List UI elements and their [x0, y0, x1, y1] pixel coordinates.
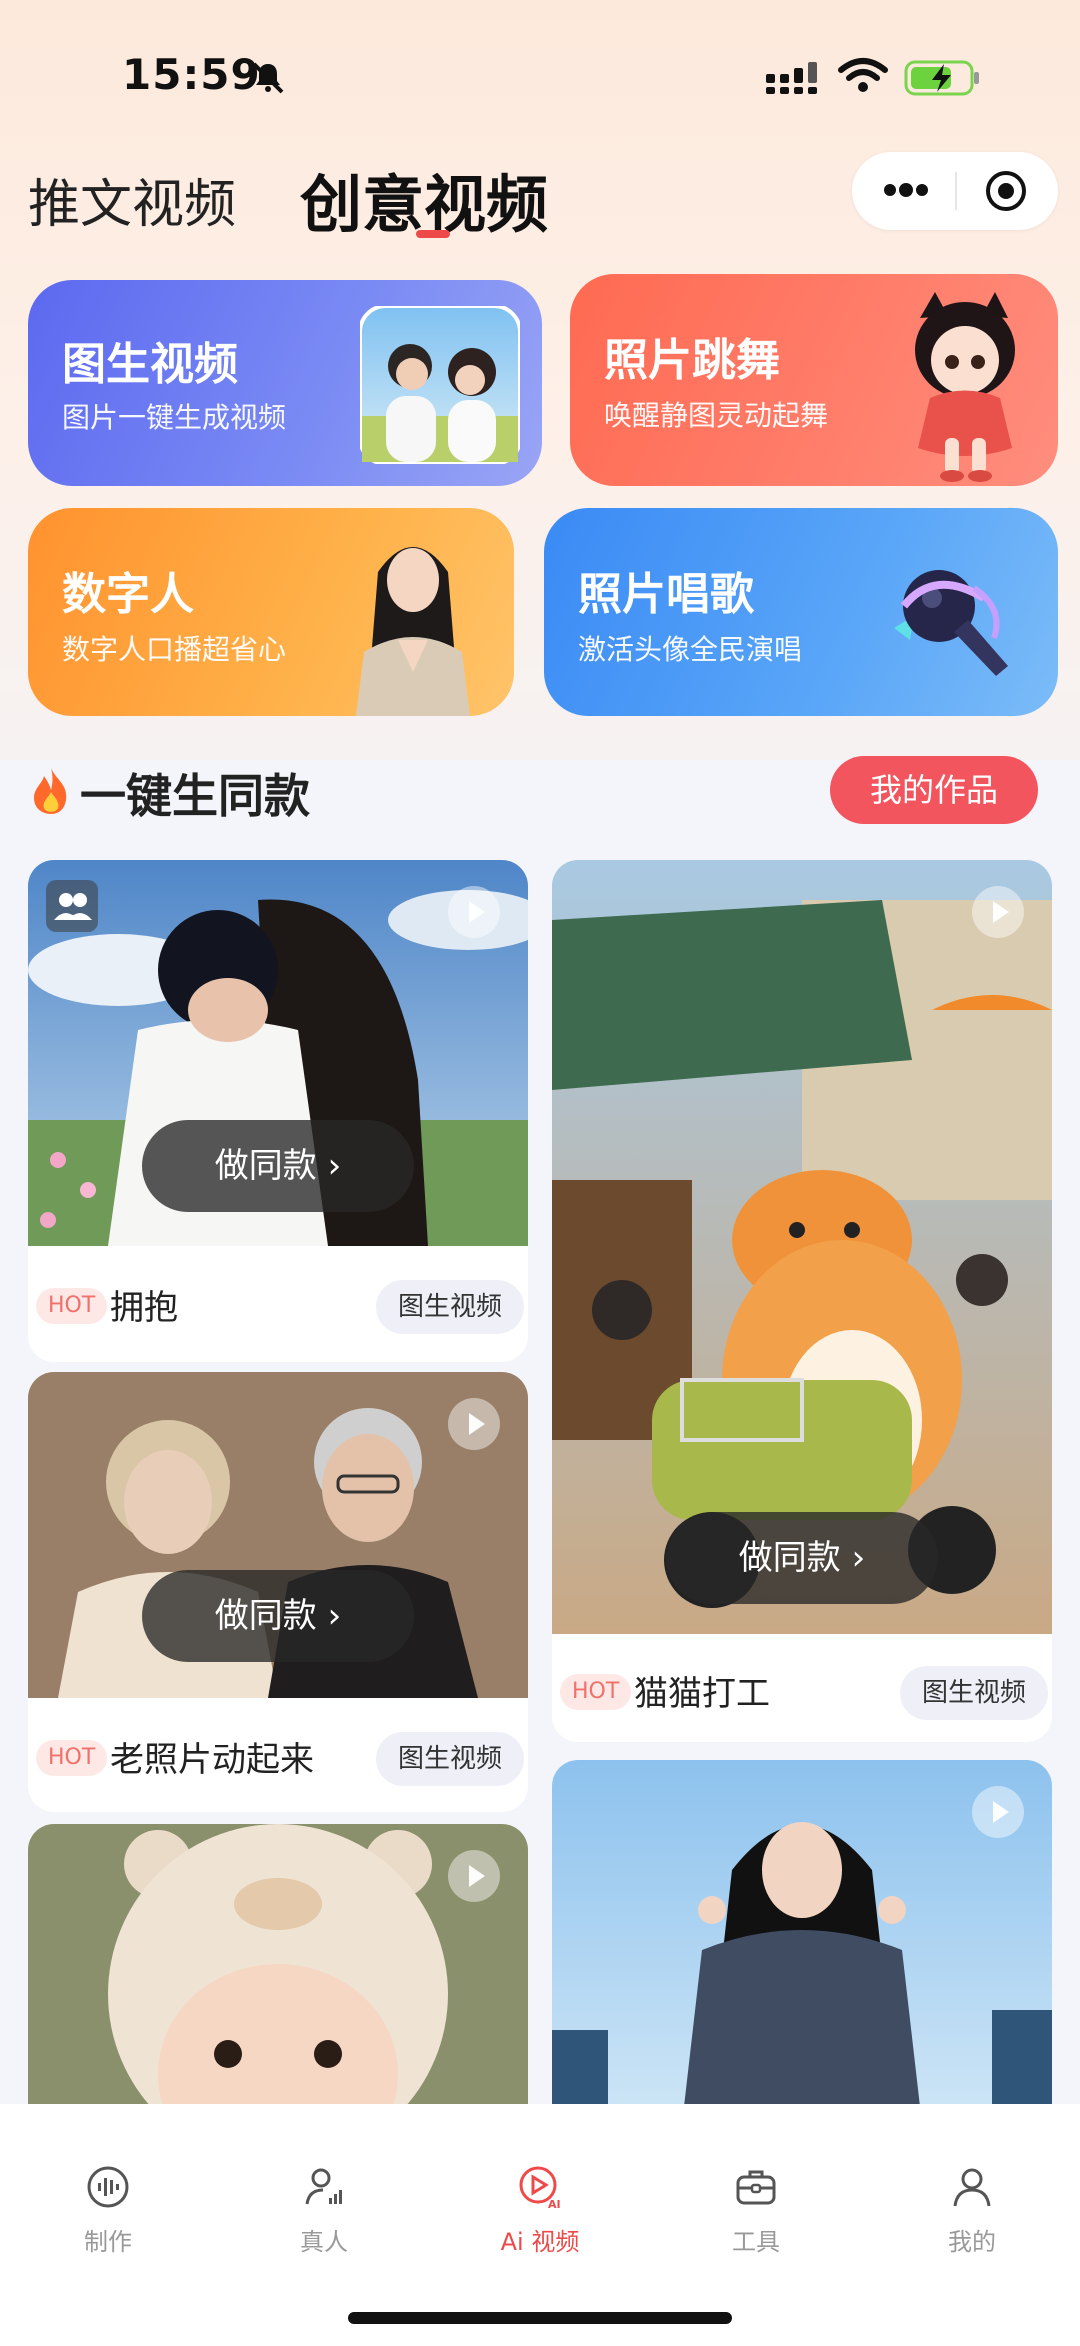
couple-photo-thumbnail [360, 306, 520, 464]
template-card-girl-coat[interactable] [552, 1760, 1052, 2124]
nav-item-make[interactable]: 制作 [38, 2164, 178, 2257]
tab-active-indicator [416, 230, 450, 238]
section-title: 一键生同款 [80, 769, 310, 823]
person-stats-icon [305, 2168, 342, 2205]
feature-title: 图生视频 [62, 339, 238, 390]
feature-subtitle: 数字人口播超省心 [62, 633, 287, 666]
play-icon[interactable] [448, 886, 500, 938]
my-works-button[interactable]: 我的作品 [830, 756, 1038, 824]
card-meta: HOT 老照片动起来 图生视频 [28, 1712, 528, 1802]
tab-text-video[interactable]: 推文视频 [28, 162, 236, 237]
fire-icon [34, 768, 67, 814]
template-title: 猫猫打工 [634, 1674, 770, 1714]
close-target-icon[interactable] [984, 169, 1028, 213]
battery-charging-icon [904, 60, 979, 96]
nav-item-me[interactable]: 我的 [902, 2164, 1042, 2257]
nav-label: 我的 [948, 2228, 996, 2256]
wifi-icon [838, 58, 888, 92]
mute-bell-icon [252, 62, 284, 94]
hot-badge: HOT [36, 1288, 108, 1324]
nav-item-ai-video[interactable]: AI Ai 视频 [470, 2164, 610, 2257]
toolbox-icon [736, 2170, 776, 2205]
make-same-button[interactable]: 做同款 › [666, 1512, 938, 1604]
feature-card-photo-dance[interactable]: 照片跳舞 唤醒静图灵动起舞 [570, 274, 1058, 486]
template-card-baby[interactable] [28, 1824, 528, 2124]
status-time: 15:59 [122, 50, 261, 99]
play-icon[interactable] [448, 1850, 500, 1902]
feature-card-digital-human[interactable]: 数字人 数字人口播超省心 [28, 508, 514, 716]
hot-badge: HOT [560, 1674, 632, 1710]
bottom-nav: 制作 真人 AI Ai 视频 工具 我的 [0, 2104, 1080, 2346]
nav-label: Ai 视频 [500, 2228, 580, 2256]
feature-card-photo-sing[interactable]: 照片唱歌 激活头像全民演唱 [544, 508, 1058, 716]
svg-text:AI: AI [548, 2198, 561, 2210]
feature-card-image-to-video[interactable]: 图生视频 图片一键生成视频 [28, 280, 542, 486]
feature-subtitle: 唤醒静图灵动起舞 [604, 399, 829, 432]
feature-title: 照片唱歌 [578, 569, 754, 620]
feature-subtitle: 激活头像全民演唱 [578, 633, 803, 666]
template-card-cat-work[interactable]: 做同款 › HOT 猫猫打工 图生视频 [552, 860, 1052, 1742]
nav-item-tools[interactable]: 工具 [686, 2164, 826, 2257]
nav-label: 真人 [300, 2228, 348, 2256]
hot-badge: HOT [36, 1740, 108, 1776]
miniprogram-capsule [852, 152, 1058, 230]
template-card-hug[interactable]: 做同款 › HOT 拥抱 图生视频 [28, 860, 528, 1362]
group-users-icon [46, 880, 98, 932]
dancing-girl-illustration [915, 292, 1015, 482]
template-title: 老照片动起来 [110, 1740, 314, 1780]
feature-subtitle: 图片一键生成视频 [62, 401, 287, 434]
card-meta: HOT 猫猫打工 图生视频 [552, 1646, 1052, 1736]
category-tag[interactable]: 图生视频 [899, 1666, 1048, 1720]
cellular-signal-icon [766, 62, 817, 94]
audio-wave-icon [87, 2166, 129, 2208]
category-tag[interactable]: 图生视频 [375, 1280, 524, 1334]
nav-item-real-person[interactable]: 真人 [254, 2164, 394, 2257]
template-card-old-photo[interactable]: 做同款 › HOT 老照片动起来 图生视频 [28, 1372, 528, 1812]
feature-title: 数字人 [62, 569, 194, 620]
more-dots-icon[interactable] [882, 180, 930, 200]
card-meta: HOT 拥抱 图生视频 [28, 1260, 528, 1350]
feature-title: 照片跳舞 [604, 335, 780, 386]
nav-label: 制作 [84, 2228, 132, 2256]
home-indicator [348, 2312, 732, 2324]
nav-label: 工具 [732, 2228, 780, 2256]
make-same-button[interactable]: 做同款 › [142, 1120, 414, 1212]
play-icon[interactable] [972, 886, 1024, 938]
make-same-button[interactable]: 做同款 › [142, 1570, 414, 1662]
microphone-icon [894, 570, 1008, 676]
template-title: 拥抱 [110, 1288, 178, 1328]
user-profile-icon [953, 2168, 991, 2207]
category-tag[interactable]: 图生视频 [375, 1732, 524, 1786]
capsule-divider [955, 172, 957, 210]
play-icon[interactable] [972, 1786, 1024, 1838]
status-bar: 15:59 [0, 0, 1080, 140]
play-icon[interactable] [448, 1398, 500, 1450]
presenter-woman-illustration [356, 547, 470, 716]
ai-video-icon: AI [519, 2166, 561, 2210]
